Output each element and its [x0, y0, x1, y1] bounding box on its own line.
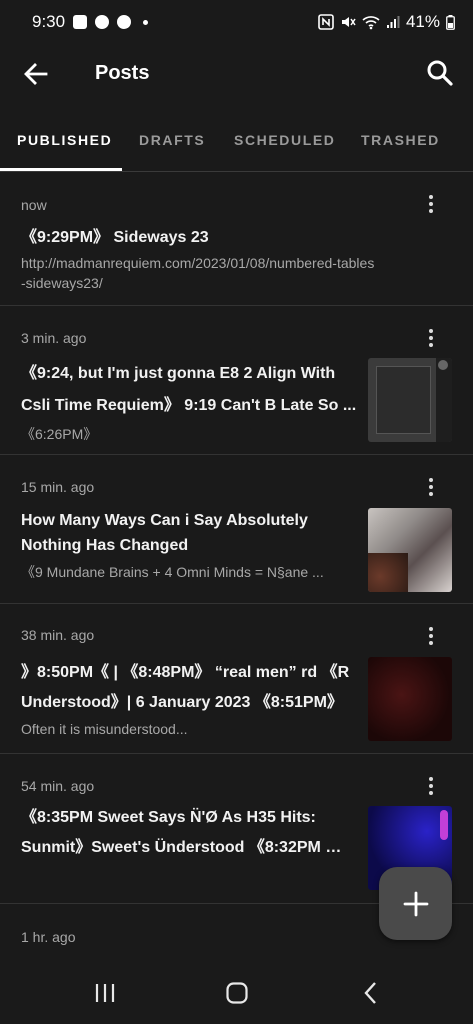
post-excerpt: 《6:26PM》 [21, 426, 98, 442]
more-options-icon[interactable] [419, 326, 443, 350]
post-title-continued: Sunmit》Sweet's Ünderstood 《8:32PM M... [21, 839, 351, 856]
more-options-icon[interactable] [419, 192, 443, 216]
tab-published[interactable]: PUBLISHED [17, 132, 112, 148]
post-title-continued: Understood》| 6 January 2023 《8:51PM》 [21, 694, 343, 711]
new-post-button[interactable] [379, 867, 452, 940]
post-item[interactable]: 15 min. ago How Many Ways Can i Say Abso… [0, 455, 473, 604]
nfc-icon [318, 14, 334, 30]
post-title: 《9:29PM》 Sideways 23 [21, 229, 209, 246]
home-icon[interactable] [224, 980, 250, 1006]
post-title-continued: Nothing Has Changed [21, 537, 189, 554]
post-title-continued: Csli Time Requiem》 9:19 Can't B Late So … [21, 397, 357, 414]
battery-percent: 41% [405, 12, 440, 31]
system-navigation-bar [0, 962, 473, 1024]
tab-trashed[interactable]: TRASHED [361, 132, 440, 148]
post-thumbnail [368, 358, 452, 442]
post-item[interactable]: 3 min. ago 《9:24, but I'm just gonna E8 … [0, 306, 473, 455]
post-title: How Many Ways Can i Say Absolutely [21, 512, 308, 529]
recent-apps-icon[interactable] [92, 980, 118, 1006]
post-excerpt: http://madmanrequiem.com/2023/01/08/numb… [21, 255, 375, 271]
tab-drafts[interactable]: DRAFTS [139, 132, 205, 148]
mute-icon [341, 17, 356, 27]
more-options-icon[interactable] [419, 624, 443, 648]
post-title: 》8:50PM《 | 《8:48PM》 “real men” rd 《R [21, 664, 350, 681]
gallery-icon [73, 15, 88, 29]
post-item[interactable]: 38 min. ago 》8:50PM《 | 《8:48PM》 “real me… [0, 604, 473, 754]
post-time: 15 min. ago [21, 479, 95, 495]
post-item[interactable]: now 《9:29PM》 Sideways 23 http://madmanre… [0, 172, 473, 306]
page-title: Posts [95, 62, 150, 84]
post-thumbnail [368, 508, 452, 592]
post-excerpt: 《9 Mundane Brains + 4 Omni Minds = N§ane… [21, 564, 324, 580]
post-thumbnail [368, 657, 452, 741]
post-time: 38 min. ago [21, 627, 95, 643]
post-time: now [21, 197, 47, 213]
status-right: 41% [318, 12, 455, 32]
app-bar: Posts [0, 44, 473, 104]
post-time: 3 min. ago [21, 330, 87, 346]
back-arrow-icon[interactable] [22, 60, 50, 88]
post-time: 54 min. ago [21, 778, 95, 794]
post-excerpt: Often it is misunderstood... [21, 721, 188, 737]
messenger-icon [95, 15, 110, 29]
more-options-icon[interactable] [419, 774, 443, 798]
tab-scheduled[interactable]: SCHEDULED [234, 132, 336, 148]
active-tab-indicator [0, 168, 122, 171]
more-notifications-icon [143, 19, 149, 25]
plus-icon [403, 891, 428, 916]
signal-icon [386, 16, 400, 28]
status-left: 9:30 [32, 12, 149, 32]
status-bar: 9:30 41% [0, 0, 473, 44]
post-excerpt-continued: -sideways23/ [21, 275, 103, 291]
chat-icon [117, 15, 132, 29]
post-title: 《9:24, but I'm just gonna E8 2 Align Wit… [21, 365, 336, 382]
status-time: 9:30 [32, 12, 66, 31]
post-status-tabs: PUBLISHED DRAFTS SCHEDULED TRASHED [0, 118, 473, 172]
post-time: 1 hr. ago [21, 929, 76, 945]
more-options-icon[interactable] [419, 475, 443, 499]
wifi-icon [362, 16, 380, 30]
back-nav-icon[interactable] [358, 980, 384, 1006]
post-list: now 《9:29PM》 Sideways 23 http://madmanre… [0, 172, 473, 964]
search-icon[interactable] [425, 58, 455, 88]
battery-icon [446, 14, 455, 30]
post-title: 《8:35PM Sweet Says N̈'Ø As H35 Hits: [21, 809, 316, 826]
